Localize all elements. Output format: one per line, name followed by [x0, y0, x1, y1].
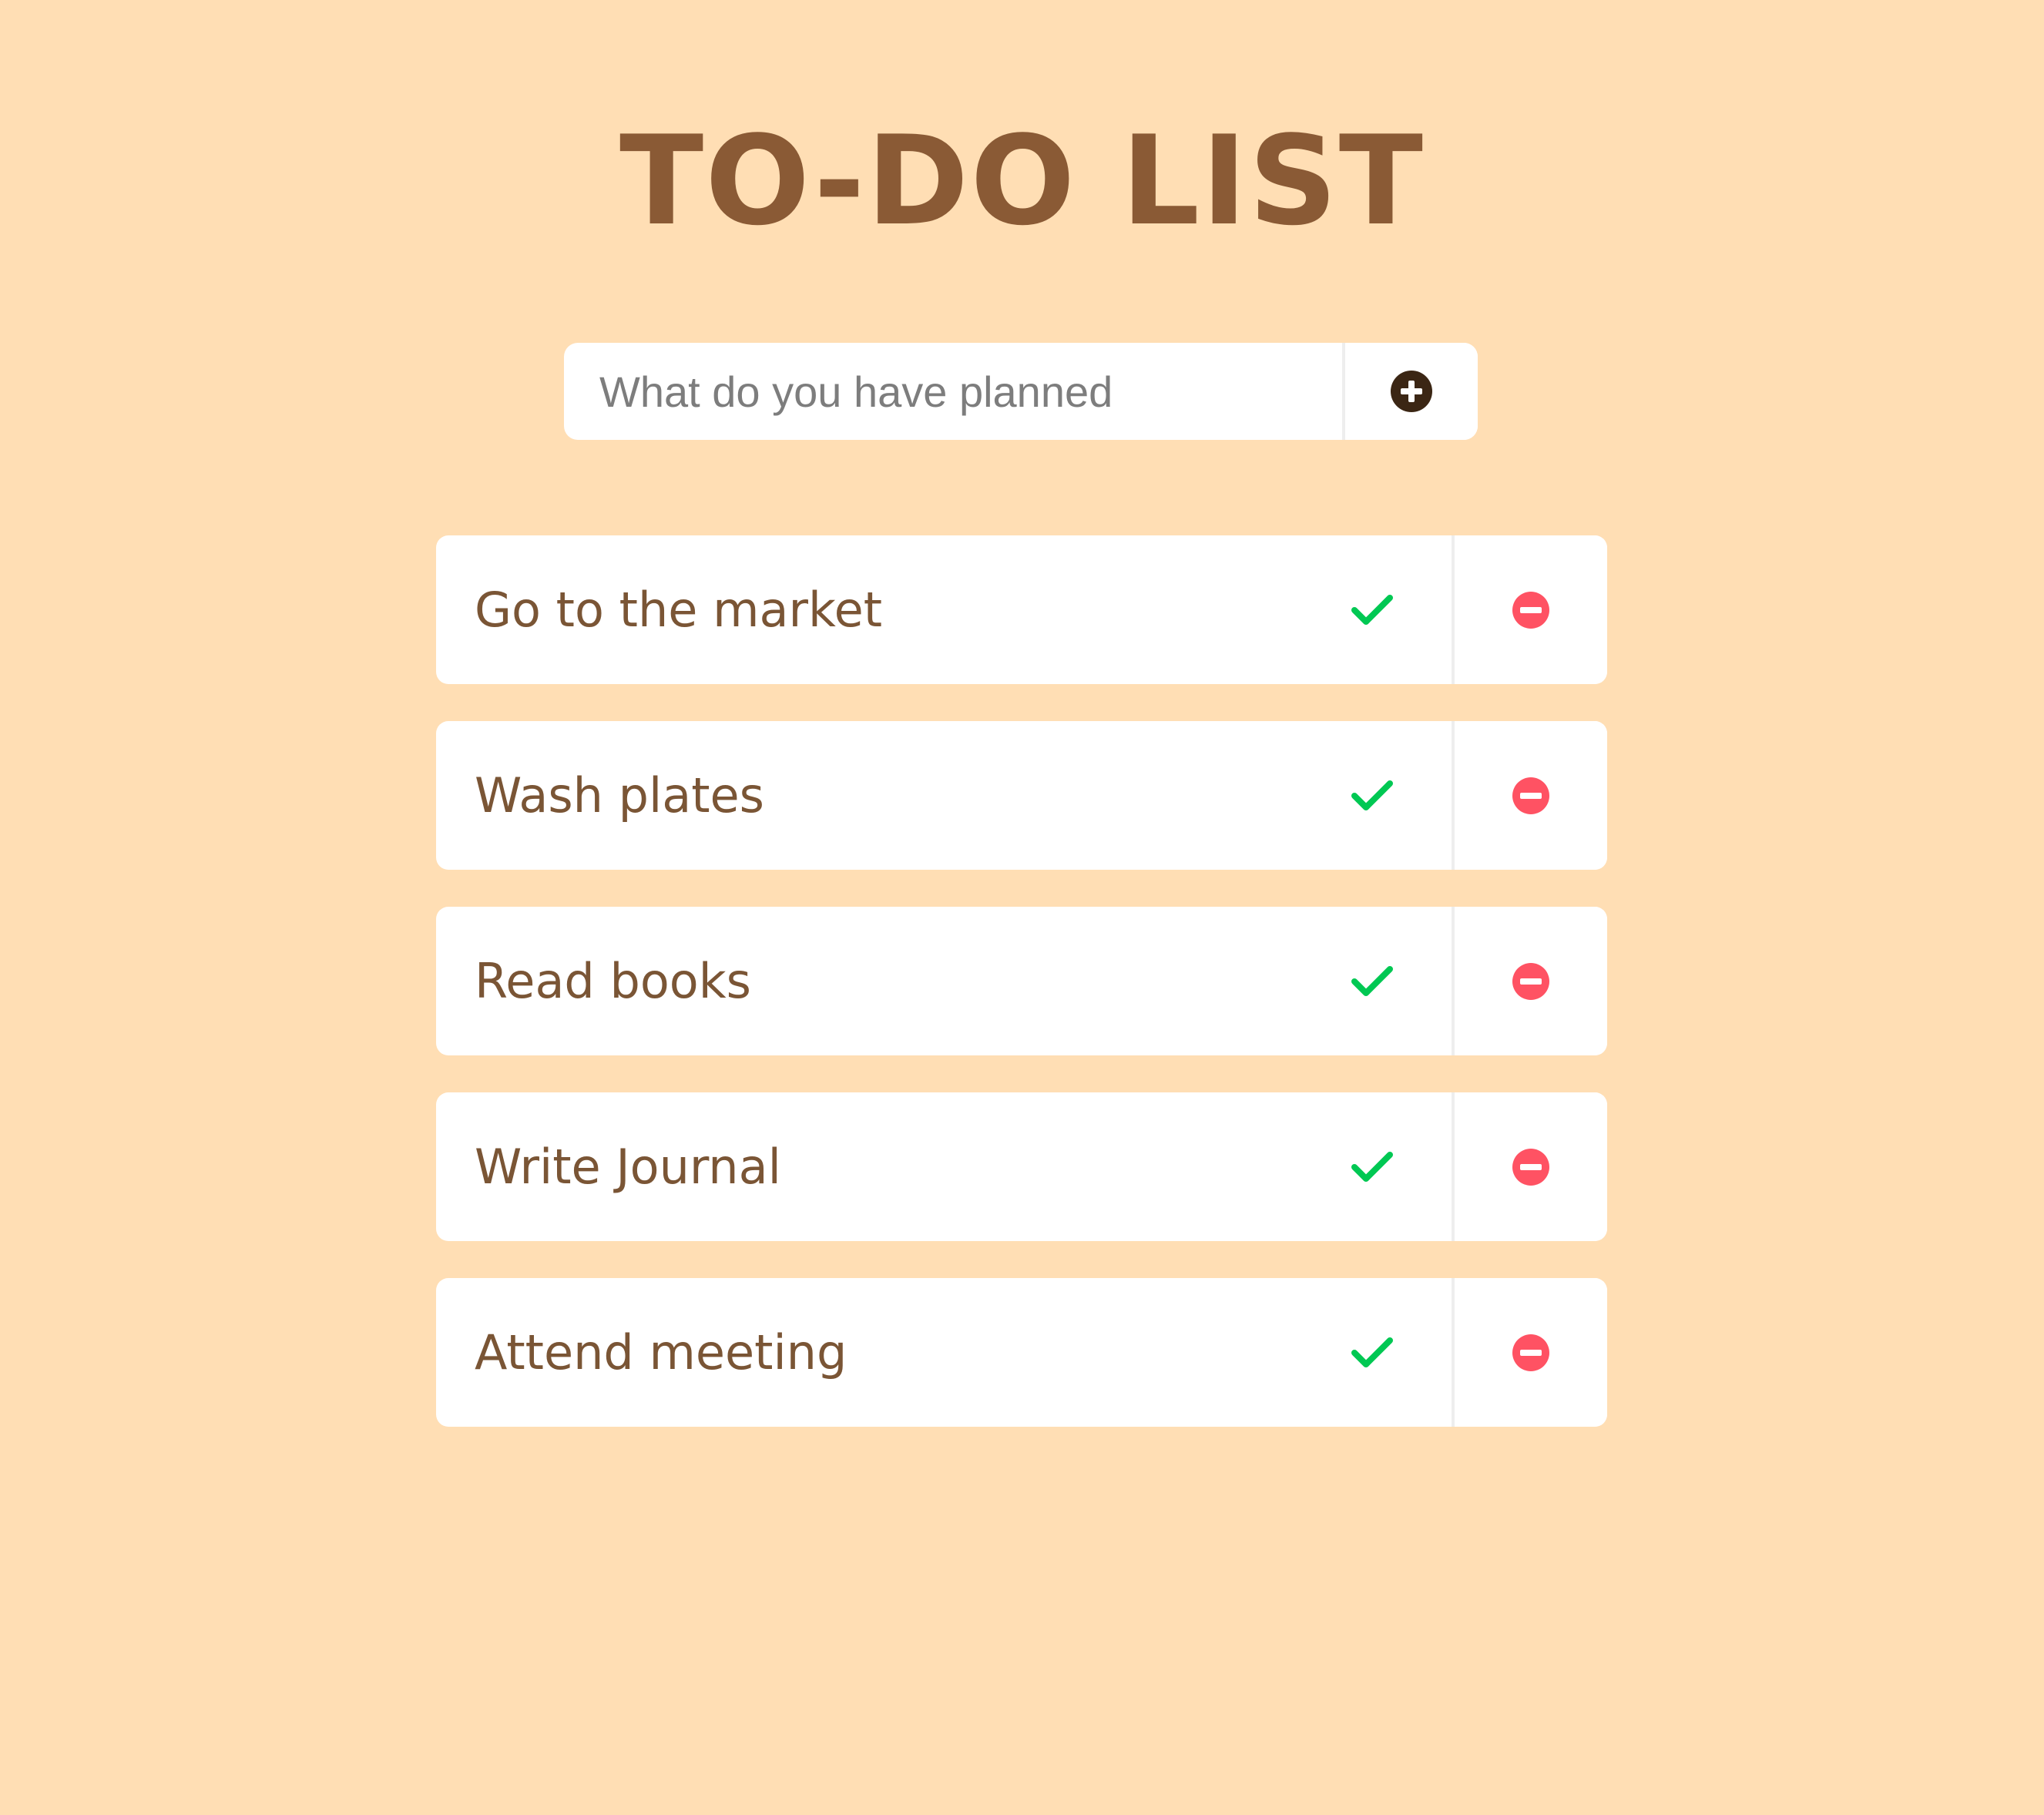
todo-item: Go to the market — [436, 535, 1607, 684]
complete-button[interactable] — [1351, 907, 1452, 1055]
check-icon — [1351, 1150, 1393, 1184]
complete-button[interactable] — [1351, 1278, 1452, 1427]
complete-button[interactable] — [1351, 535, 1452, 684]
complete-button[interactable] — [1351, 721, 1452, 870]
check-icon — [1351, 593, 1393, 627]
minus-circle-icon — [1512, 1148, 1550, 1186]
todo-text: Write Journal — [475, 1139, 781, 1195]
check-icon — [1351, 779, 1393, 813]
delete-button[interactable] — [1452, 907, 1607, 1055]
new-todo-input[interactable] — [564, 343, 1342, 440]
minus-circle-icon — [1512, 777, 1550, 815]
minus-circle-icon — [1512, 591, 1550, 629]
delete-button[interactable] — [1452, 1092, 1607, 1241]
delete-button[interactable] — [1452, 1278, 1607, 1427]
plus-circle-icon — [1390, 370, 1433, 413]
delete-button[interactable] — [1452, 721, 1607, 870]
todo-item: Write Journal — [436, 1092, 1607, 1241]
complete-button[interactable] — [1351, 1092, 1452, 1241]
todo-text: Attend meeting — [475, 1324, 847, 1381]
todo-text: Go to the market — [475, 582, 883, 638]
check-icon — [1351, 965, 1393, 998]
page-title: TO-DO LIST — [619, 109, 1425, 253]
todo-item: Read books — [436, 907, 1607, 1055]
todo-text: Wash plates — [475, 767, 764, 824]
delete-button[interactable] — [1452, 535, 1607, 684]
new-todo-form — [564, 343, 1478, 440]
todo-text: Read books — [475, 953, 751, 1009]
todo-item: Wash plates — [436, 721, 1607, 870]
check-icon — [1351, 1336, 1393, 1370]
todo-item: Attend meeting — [436, 1278, 1607, 1427]
minus-circle-icon — [1512, 962, 1550, 1001]
minus-circle-icon — [1512, 1334, 1550, 1372]
todo-list: Go to the market Wash plates Read books — [436, 535, 1607, 1464]
add-todo-button[interactable] — [1342, 343, 1478, 440]
